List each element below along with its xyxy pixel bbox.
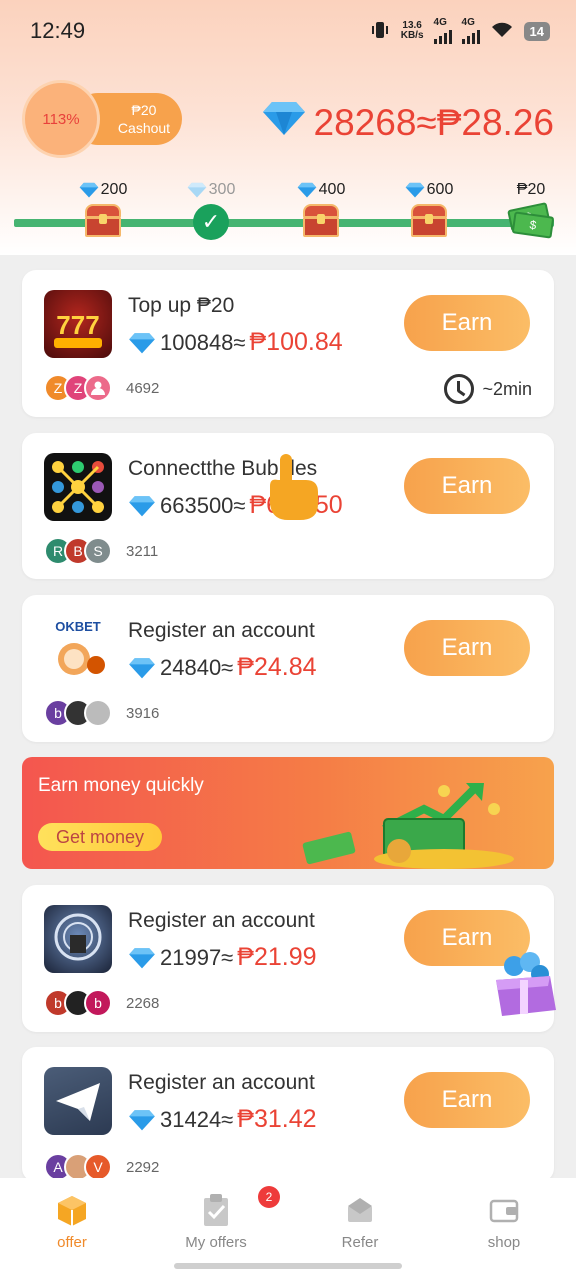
participant-count: 4692 — [126, 379, 160, 397]
okbet-app-icon: OKBET — [44, 615, 112, 683]
cashout-widget[interactable]: ₱20 Cashout 113% — [22, 80, 182, 160]
offer-card[interactable]: Register an account 31424≈ ₱31.42 Earn A … — [22, 1047, 554, 1182]
diamond-icon — [297, 182, 316, 198]
diamond-icon — [129, 1109, 155, 1130]
offer-title: Register an account — [128, 619, 315, 642]
earn-button[interactable]: Earn — [404, 620, 530, 676]
participant-avatars: Z Z 4692 — [44, 374, 159, 402]
diamond-icon — [405, 182, 424, 198]
bubbles-game-app-icon — [44, 453, 112, 521]
offer-reward: 100848≈ ₱100.84 — [128, 328, 343, 357]
earn-money-banner[interactable]: Earn money quickly Get money — [22, 757, 554, 869]
signal-bars-icon — [461, 28, 480, 44]
nav-label: Refer — [341, 1234, 379, 1251]
progress-percent: 113% — [22, 80, 100, 158]
box-icon — [54, 1192, 90, 1228]
offer-reward: 24840≈ ₱24.84 — [128, 653, 317, 682]
milestone-progress: 200 300 ✓ 400 600 ₱20 $ $ — [0, 172, 576, 252]
participant-count: 3211 — [126, 542, 159, 560]
offer-reward: 21997≈ ₱21.99 — [128, 943, 317, 972]
money-pile-illustration — [294, 779, 524, 869]
milestone-400[interactable]: 400 — [286, 180, 356, 238]
nav-label: offer — [57, 1234, 87, 1251]
avatar: S — [84, 537, 112, 565]
cashout-label: Cashout — [117, 120, 171, 136]
diamond-icon — [129, 657, 155, 678]
user-avatar-icon — [84, 374, 112, 402]
offer-title: Register an account — [128, 1071, 315, 1094]
svg-text:777: 777 — [56, 310, 99, 340]
offer-card[interactable]: Register an account 21997≈ ₱21.99 Earn b … — [22, 885, 554, 1032]
envelope-icon — [342, 1192, 378, 1228]
game-app-icon — [44, 905, 112, 973]
telegram-app-icon — [44, 1067, 112, 1135]
participant-avatars: R B S 3211 — [44, 537, 158, 565]
get-money-button[interactable]: Get money — [38, 823, 162, 851]
signal-bars-icon — [433, 28, 452, 44]
offer-title: Register an account — [128, 909, 315, 932]
clipboard-check-icon: 2 — [198, 1186, 280, 1228]
treasure-chest-icon — [83, 204, 123, 238]
participant-avatars: A V 2292 — [44, 1153, 159, 1181]
participant-avatars: b 3916 — [44, 699, 159, 727]
balance-display: 28268≈₱28.26 — [262, 100, 554, 145]
wallet-icon — [486, 1192, 522, 1228]
cashout-amount: ₱20 — [131, 102, 157, 118]
participant-count: 2268 — [126, 994, 160, 1012]
avatar: b — [84, 989, 112, 1017]
nav-label: My offers — [185, 1234, 247, 1251]
avatar: V — [84, 1153, 112, 1181]
network-speed: 13.6 KB/s — [400, 20, 424, 41]
offer-title: Top up ₱20 — [128, 294, 235, 317]
treasure-chest-icon — [301, 204, 341, 238]
nav-label: shop — [487, 1234, 521, 1251]
milestone-cash[interactable]: ₱20 $ $ — [496, 180, 566, 239]
milestone-600[interactable]: 600 — [394, 180, 464, 238]
participant-count: 2292 — [126, 1158, 160, 1176]
offer-reward: 31424≈ ₱31.42 — [128, 1105, 317, 1134]
battery-indicator: 14 — [523, 21, 550, 41]
signal-1: 4G — [433, 18, 452, 44]
home-indicator[interactable] — [174, 1263, 402, 1269]
diamond-icon — [187, 182, 206, 198]
status-icons: 13.6 KB/s 4G 4G 14 — [369, 18, 550, 44]
avatar — [84, 699, 112, 727]
diamond-icon — [79, 182, 98, 198]
gift-box-icon[interactable] — [490, 950, 560, 1022]
clock-icon — [444, 374, 475, 404]
diamond-icon — [129, 947, 155, 968]
nav-my-offers[interactable]: 2 My offers — [166, 1186, 280, 1251]
milestone-200[interactable]: 200 — [68, 180, 138, 238]
casino-slots-app-icon: 777 — [44, 290, 112, 358]
cash-stack-icon: $ $ — [507, 202, 555, 239]
treasure-chest-icon — [409, 204, 449, 238]
signal-2: 4G — [461, 18, 480, 44]
svg-text:OKBET: OKBET — [55, 619, 101, 634]
nav-refer[interactable]: Refer — [310, 1192, 410, 1251]
banner-text: Earn money quickly — [38, 775, 204, 796]
offer-card[interactable]: 777 Top up ₱20 100848≈ ₱100.84 Earn Z Z 4… — [22, 270, 554, 417]
wifi-icon — [490, 21, 514, 42]
participant-count: 3916 — [126, 704, 160, 722]
status-bar: 12:49 13.6 KB/s 4G 4G 14 — [0, 0, 576, 62]
earn-button[interactable]: Earn — [404, 1072, 530, 1128]
diamond-icon — [262, 100, 306, 145]
nav-shop[interactable]: shop — [454, 1192, 554, 1251]
balance-text: 28268≈₱28.26 — [313, 101, 554, 143]
diamond-icon — [129, 332, 155, 353]
diamond-icon — [129, 495, 155, 516]
status-time: 12:49 — [30, 18, 86, 43]
milestone-300[interactable]: 300 ✓ — [176, 180, 246, 240]
pointing-hand-icon — [262, 452, 322, 522]
offer-duration: ~2min — [444, 374, 532, 404]
checkmark-icon: ✓ — [193, 204, 229, 240]
offer-card[interactable]: OKBET Register an account 24840≈ ₱24.84 E… — [22, 595, 554, 742]
earn-button[interactable]: Earn — [404, 295, 530, 351]
nav-offer[interactable]: offer — [22, 1192, 122, 1251]
participant-avatars: b b 2268 — [44, 989, 159, 1017]
earn-button[interactable]: Earn — [404, 458, 530, 514]
vibrate-icon — [369, 21, 391, 42]
notification-badge: 2 — [258, 1186, 280, 1208]
